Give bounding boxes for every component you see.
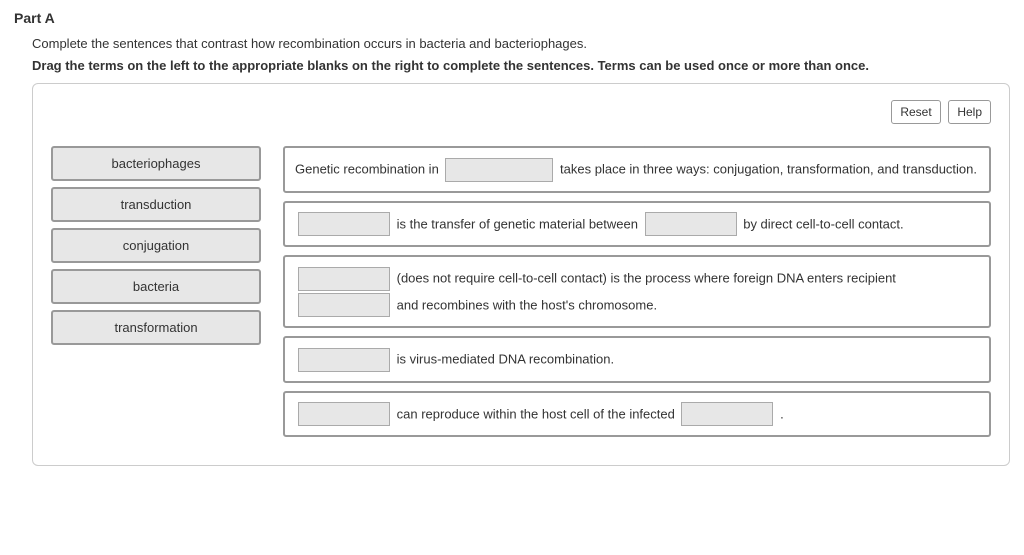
help-button[interactable]: Help xyxy=(948,100,991,124)
sentence-text: (does not require cell-to-cell contact) … xyxy=(397,271,896,286)
sentences-column: Genetic recombination in takes place in … xyxy=(283,146,991,445)
term-transduction[interactable]: transduction xyxy=(51,187,261,222)
term-bacteria[interactable]: bacteria xyxy=(51,269,261,304)
drop-blank[interactable] xyxy=(445,158,553,182)
sentence-text: by direct cell-to-cell contact. xyxy=(743,216,903,231)
reset-button[interactable]: Reset xyxy=(891,100,940,124)
terms-column: bacteriophages transduction conjugation … xyxy=(51,146,261,351)
sentence-text: Genetic recombination in xyxy=(295,162,442,177)
top-buttons: Reset Help xyxy=(51,100,991,124)
drop-blank[interactable] xyxy=(298,402,390,426)
drop-blank[interactable] xyxy=(298,293,390,317)
instruction-line-1: Complete the sentences that contrast how… xyxy=(32,34,1010,54)
instruction-line-2: Drag the terms on the left to the approp… xyxy=(32,56,1010,76)
drop-blank[interactable] xyxy=(298,212,390,236)
sentence-5: can reproduce within the host cell of th… xyxy=(283,391,991,438)
term-transformation[interactable]: transformation xyxy=(51,310,261,345)
drop-blank[interactable] xyxy=(681,402,773,426)
sentence-text: and recombines with the host's chromosom… xyxy=(397,297,657,312)
sentence-text: is virus-mediated DNA recombination. xyxy=(397,352,614,367)
term-conjugation[interactable]: conjugation xyxy=(51,228,261,263)
sentence-text: . xyxy=(780,406,784,421)
sentence-text: is the transfer of genetic material betw… xyxy=(397,216,642,231)
drop-blank[interactable] xyxy=(645,212,737,236)
sentence-text: can reproduce within the host cell of th… xyxy=(397,406,679,421)
sentence-1: Genetic recombination in takes place in … xyxy=(283,146,991,193)
sentence-text: takes place in three ways: conjugation, … xyxy=(560,162,977,177)
exercise-panel: Reset Help bacteriophages transduction c… xyxy=(32,83,1010,466)
sentence-2: is the transfer of genetic material betw… xyxy=(283,201,991,248)
term-bacteriophages[interactable]: bacteriophages xyxy=(51,146,261,181)
drop-blank[interactable] xyxy=(298,348,390,372)
sentence-3: (does not require cell-to-cell contact) … xyxy=(283,255,991,328)
instructions: Complete the sentences that contrast how… xyxy=(32,34,1010,75)
part-label: Part A xyxy=(14,10,1010,26)
sentence-4: is virus-mediated DNA recombination. xyxy=(283,336,991,383)
drop-blank[interactable] xyxy=(298,267,390,291)
